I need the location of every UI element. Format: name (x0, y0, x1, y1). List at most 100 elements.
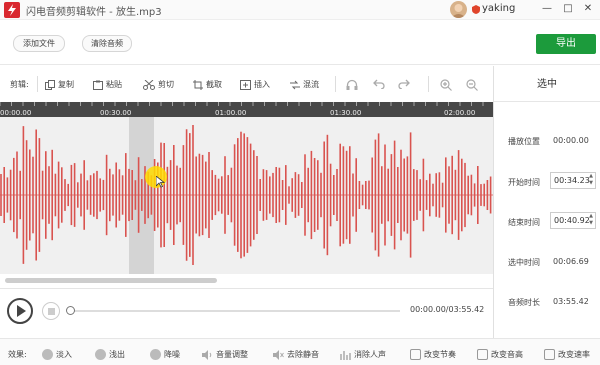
headphones-icon (346, 79, 358, 90)
spinner-arrows-icon[interactable]: ▲ ▼ (589, 173, 593, 187)
zoom-out-button[interactable] (466, 79, 478, 91)
app-logo (4, 2, 20, 18)
playback-time: 00:00.00/03:55.42 (410, 305, 485, 314)
username[interactable]: yaking (482, 3, 515, 14)
add-file-button[interactable]: 添加文件 (13, 35, 65, 52)
equalizer-icon (340, 350, 351, 360)
copy-label: 复制 (58, 80, 74, 89)
remove-silence-button[interactable]: 去除静音 (273, 349, 319, 360)
start-time-label: 开始时间 (508, 178, 540, 187)
timeline-tick: 02:00.00 (444, 109, 476, 117)
maximize-icon[interactable]: □ (561, 2, 575, 16)
fade-in-icon (42, 349, 53, 360)
timeline-ruler[interactable] (0, 102, 493, 117)
change-rate-label: 改变速率 (558, 350, 590, 359)
change-rate-button[interactable]: 改变速率 (544, 349, 590, 360)
play-position-value: 00:00.00 (553, 136, 589, 145)
crop-button[interactable]: 截取 (193, 79, 222, 90)
remove-vocals-button[interactable]: 消除人声 (340, 349, 386, 360)
volume-adjust-label: 音量调整 (216, 350, 248, 359)
divider (37, 76, 38, 92)
zoom-out-icon (466, 79, 478, 91)
cut-label: 剪切 (158, 80, 174, 89)
denoise-button[interactable]: 降噪 (150, 349, 180, 360)
effects-label: 效果: (8, 350, 27, 359)
remove-silence-label: 去除静音 (287, 350, 319, 359)
redo-button[interactable] (398, 79, 410, 89)
volume-adjust-button[interactable]: 音量调整 (202, 349, 248, 360)
window-title: 闪电音频剪辑软件 - 放生.mp3 (26, 7, 162, 18)
remove-vocals-label: 消除人声 (354, 350, 386, 359)
fade-out-button[interactable]: 浅出 (95, 349, 125, 360)
paste-icon (93, 80, 103, 90)
insert-label: 插入 (254, 80, 270, 89)
fade-out-label: 浅出 (109, 350, 125, 359)
start-time-field[interactable]: 00:34.23 ▲ ▼ (550, 172, 596, 189)
mix-button[interactable]: 混流 (290, 79, 319, 90)
fade-out-icon (95, 349, 106, 360)
end-time-value: 00:40.92 (554, 216, 590, 225)
scissors-icon (143, 79, 155, 90)
minimize-icon[interactable]: — (540, 2, 554, 16)
vip-shield-icon (472, 5, 480, 17)
stop-button[interactable] (42, 302, 60, 320)
undo-button[interactable] (373, 79, 385, 89)
denoise-icon (150, 349, 161, 360)
zoom-in-icon (440, 79, 452, 91)
crop-icon (193, 79, 203, 90)
denoise-label: 降噪 (164, 350, 180, 359)
undo-icon (373, 79, 385, 89)
paste-label: 粘贴 (106, 80, 122, 89)
duration-label: 音频时长 (508, 298, 540, 307)
tempo-icon (410, 349, 421, 360)
selected-time-value: 00:06.69 (553, 257, 589, 266)
change-tempo-button[interactable]: 改变节奏 (410, 349, 456, 360)
edit-label: 剪辑: (10, 80, 29, 89)
fade-in-label: 淡入 (56, 350, 72, 359)
change-tempo-label: 改变节奏 (424, 350, 456, 359)
timeline-tick: 00:00.00 (0, 109, 32, 117)
timeline-tick: 00:30.00 (100, 109, 132, 117)
horizontal-scrollbar[interactable] (0, 277, 493, 285)
volume-icon (202, 349, 212, 360)
pitch-icon (477, 349, 488, 360)
mix-label: 混流 (303, 80, 319, 89)
redo-icon (398, 79, 410, 89)
panel-title: 选中 (494, 66, 600, 102)
fade-in-button[interactable]: 淡入 (42, 349, 72, 360)
close-icon[interactable]: ✕ (581, 2, 595, 16)
paste-button[interactable]: 粘贴 (93, 79, 122, 90)
timeline-tick: 01:30.00 (330, 109, 362, 117)
loop-button[interactable] (346, 79, 358, 91)
playback-progress[interactable] (70, 310, 400, 312)
zoom-in-button[interactable] (440, 79, 452, 91)
spinner-arrows-icon[interactable]: ▲ ▼ (589, 213, 593, 227)
avatar[interactable] (450, 1, 467, 18)
mute-icon (273, 349, 284, 360)
rate-icon (544, 349, 555, 360)
clear-audio-button[interactable]: 清除音频 (82, 35, 132, 52)
divider (428, 76, 429, 92)
progress-handle[interactable] (66, 306, 75, 315)
copy-button[interactable]: 复制 (45, 79, 74, 90)
start-time-value: 00:34.23 (554, 176, 590, 185)
timeline-tick: 01:00.00 (215, 109, 247, 117)
change-pitch-label: 改变音高 (491, 350, 523, 359)
copy-icon (45, 79, 55, 90)
end-time-field[interactable]: 00:40.92 ▲ ▼ (550, 212, 596, 229)
change-pitch-button[interactable]: 改变音高 (477, 349, 523, 360)
duration-value: 03:55.42 (553, 297, 589, 306)
insert-icon (240, 79, 251, 90)
waveform (0, 125, 493, 265)
mouse-cursor-highlight (145, 166, 167, 188)
divider (335, 76, 336, 92)
export-button[interactable]: 导出 (536, 34, 596, 54)
crop-label: 截取 (206, 80, 222, 89)
play-position-label: 播放位置 (508, 137, 540, 146)
end-time-label: 结束时间 (508, 218, 540, 227)
insert-button[interactable]: 插入 (240, 79, 270, 90)
selected-time-label: 选中时间 (508, 258, 540, 267)
cut-button[interactable]: 剪切 (143, 79, 174, 90)
scrollbar-thumb[interactable] (5, 278, 217, 283)
play-button[interactable] (7, 298, 33, 324)
